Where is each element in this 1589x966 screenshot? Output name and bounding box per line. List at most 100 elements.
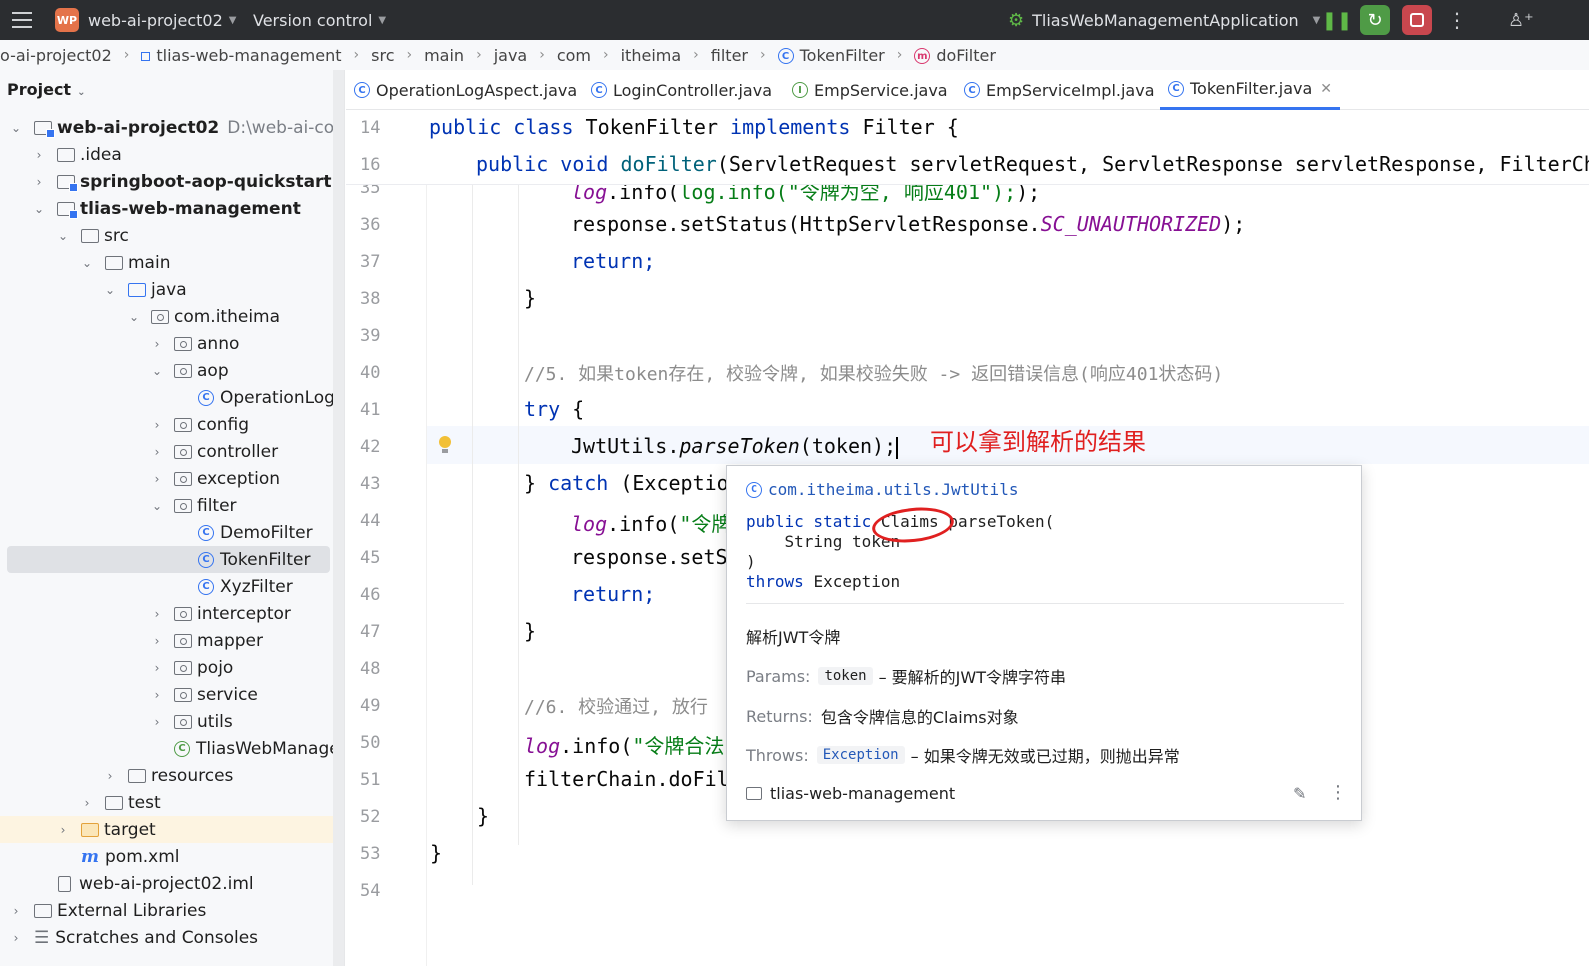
main-menu-icon[interactable] [10,0,34,40]
breadcrumb-item[interactable]: m doFilter [914,46,996,65]
close-icon[interactable]: ✕ [1320,81,1332,97]
breadcrumb-item[interactable]: o-ai-project02 [0,46,112,65]
tree-item[interactable]: COperationLogAsp [0,384,333,411]
chevron-right-icon[interactable]: › [104,769,116,783]
tree-item[interactable]: ⌄ com.itheima [0,303,333,330]
package-icon [174,714,192,729]
stop-button[interactable] [1402,5,1432,35]
lightbulb-icon[interactable] [438,436,452,456]
code-line: response.setS [571,545,728,569]
chevron-down-icon[interactable]: ⌄ [151,364,163,378]
tree-item[interactable]: › exception [0,465,333,492]
tree-item[interactable]: › service [0,681,333,708]
tree-item[interactable]: CTliasWebManageme [0,735,333,762]
breadcrumb-item[interactable]: itheima [621,46,682,65]
tree-item[interactable]: › resources [0,762,333,789]
package-icon [174,498,192,513]
tab-tokenfilter[interactable]: C TokenFilter.java ✕ [1160,70,1341,110]
chevron-down-icon[interactable]: ⌄ [128,310,140,324]
chevron-down-icon[interactable]: ⌄ [57,229,69,243]
chevron-right-icon[interactable]: › [151,715,163,729]
tab-logincontroller[interactable]: C LoginController.java [591,70,772,110]
breadcrumb-item[interactable]: main [424,46,464,65]
chevron-down-icon: ⌄ [77,87,86,98]
line-number: 44 [360,511,381,531]
tree-item[interactable]: ⌄ java [0,276,333,303]
tab-operationlogaspect[interactable]: C OperationLogAspect.java [354,70,577,110]
tree-item[interactable]: › mapper [0,627,333,654]
tab-empserviceimpl[interactable]: C EmpServiceImpl.java [964,70,1155,110]
breadcrumb-item[interactable]: C TokenFilter [777,46,885,65]
project-view-selector[interactable]: Project ⌄ [7,80,85,99]
chevron-right-icon[interactable]: › [33,175,45,189]
chevron-right-icon[interactable]: › [151,418,163,432]
breadcrumb-item[interactable]: src [371,46,394,65]
more-options-icon[interactable]: ⋮ [1329,782,1347,803]
chevron-right-icon[interactable]: › [151,634,163,648]
tree-item[interactable]: ⌄ src [0,222,333,249]
chevron-right-icon[interactable]: › [33,148,45,162]
rerun-button[interactable]: ↻ [1360,5,1390,35]
breadcrumb-item[interactable]: filter [711,46,748,65]
tree-item[interactable]: › springboot-aop-quickstart [0,168,333,195]
chevron-right-icon[interactable]: › [151,445,163,459]
module-folder-icon [34,120,55,138]
tree-item[interactable]: › External Libraries [0,897,333,924]
run-configuration-selector[interactable]: ⚙ TliasWebManagementApplication ▼ [1008,0,1320,40]
debug-icon[interactable]: ❚❚ [1322,5,1352,35]
more-actions-icon[interactable]: ⋮ [1447,0,1467,40]
add-user-icon[interactable]: ♙⁺ [1508,0,1534,40]
tree-item[interactable]: › config [0,411,333,438]
project-badge[interactable]: WP [55,8,79,32]
chevron-right-icon[interactable]: › [57,823,69,837]
tree-item[interactable]: ⌄ filter [0,492,333,519]
project-switcher[interactable]: web-ai-project02 ▼ [88,0,236,40]
tree-item[interactable]: ⌄ main [0,249,333,276]
breadcrumb-item[interactable]: tlias-web-management [141,46,342,65]
tree-item[interactable]: ⌄ aop [0,357,333,384]
chevron-right-icon[interactable]: › [151,337,163,351]
excluded-folder-icon [81,822,99,837]
tree-item[interactable]: › .idea [0,141,333,168]
tree-item[interactable]: web-ai-project02.iml [0,870,333,897]
tree-item[interactable]: › pojo [0,654,333,681]
chevron-down-icon[interactable]: ⌄ [151,499,163,513]
exception-link[interactable]: Exception [816,746,905,764]
tree-item[interactable]: › test [0,789,333,816]
doc-class-link[interactable]: Ccom.itheima.utils.JwtUtils [746,480,1018,499]
tree-item[interactable]: C XyzFilter [0,573,333,600]
chevron-down-icon[interactable]: ⌄ [81,256,93,270]
tree-item[interactable]: ⌄ web-ai-project02D:\web-ai-code\we [0,114,333,141]
tree-item[interactable]: m pom.xml [0,843,333,870]
scrollbar[interactable] [333,70,344,966]
tree-item[interactable]: › target [0,816,333,843]
chevron-down-icon[interactable]: ⌄ [104,283,116,297]
chevron-down-icon[interactable]: ⌄ [10,121,22,135]
chevron-right-icon[interactable]: › [151,688,163,702]
package-icon [174,336,192,351]
tab-empservice[interactable]: I EmpService.java [792,70,948,110]
edit-pencil-icon[interactable]: ✎ [1293,784,1306,803]
tree-item[interactable]: › controller [0,438,333,465]
chevron-right-icon[interactable]: › [151,661,163,675]
tree-item-selected[interactable]: C TokenFilter [7,546,330,573]
tree-item[interactable]: › utils [0,708,333,735]
sticky-lines[interactable]: 14 public class TokenFilter implements F… [346,110,1589,185]
chevron-right-icon[interactable]: › [10,931,22,945]
code-line: log.info("令牌 [571,512,732,536]
tree-item[interactable]: C DemoFilter [0,519,333,546]
interface-icon: I [792,82,808,98]
tree-item[interactable]: › ☰ Scratches and Consoles [0,924,333,951]
chevron-right-icon[interactable]: › [151,607,163,621]
tree-item[interactable]: ⌄ tlias-web-management [0,195,333,222]
breadcrumb-item[interactable]: java [494,46,528,65]
chevron-right-icon[interactable]: › [151,472,163,486]
chevron-right-icon[interactable]: › [10,904,22,918]
tree-item[interactable]: › anno [0,330,333,357]
tree-item[interactable]: › interceptor [0,600,333,627]
chevron-right-icon[interactable]: › [81,796,93,810]
package-icon [174,471,192,486]
chevron-down-icon[interactable]: ⌄ [33,202,45,216]
breadcrumb-item[interactable]: com [557,46,591,65]
version-control-menu[interactable]: Version control ▼ [253,0,386,40]
